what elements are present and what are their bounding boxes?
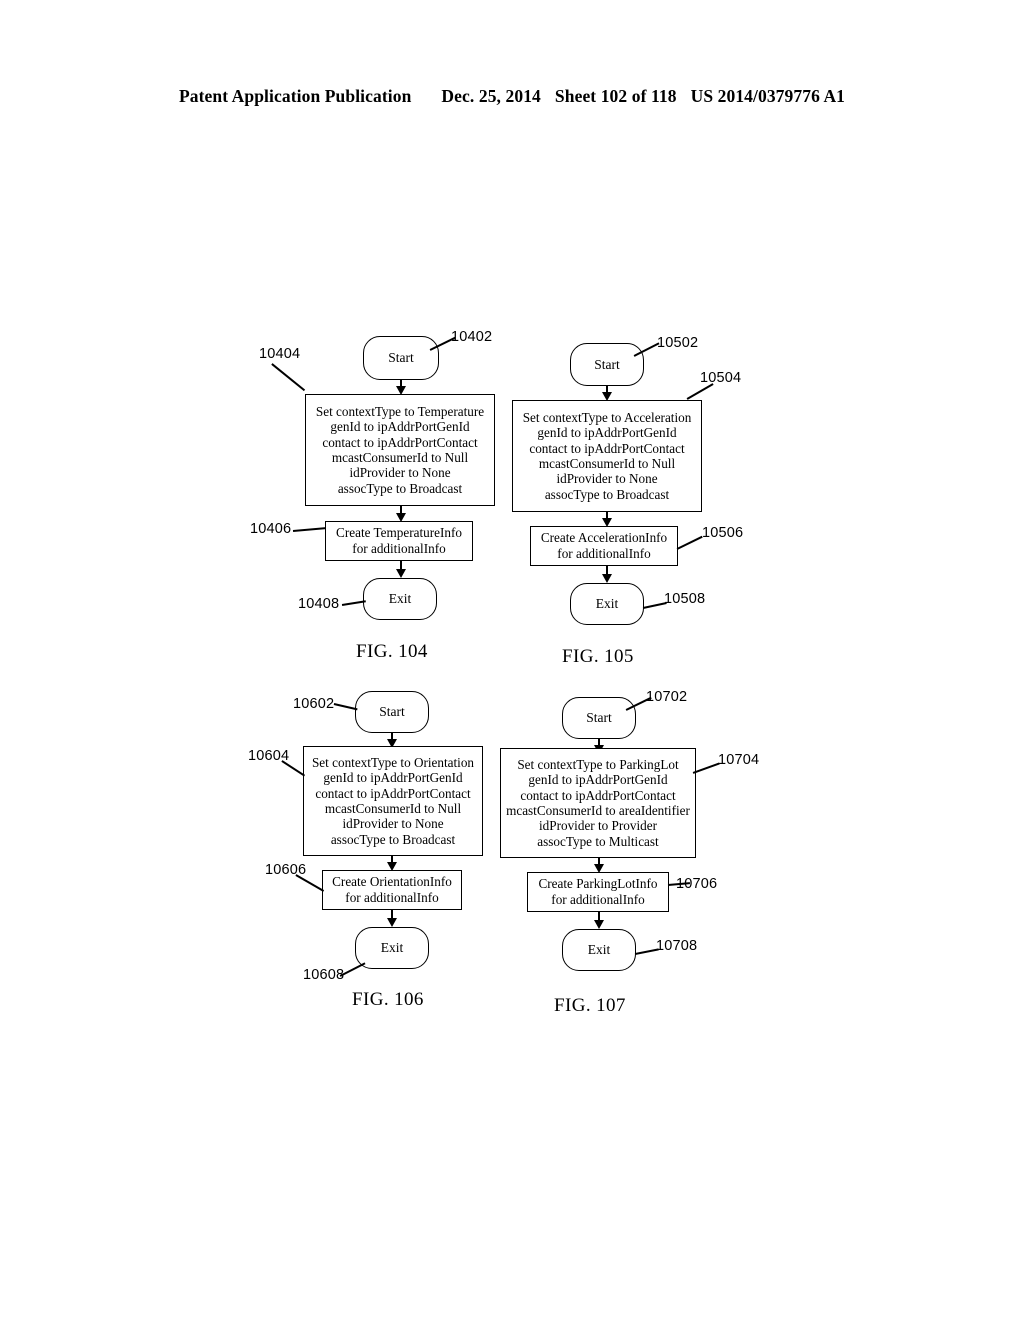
fig104-setup-text: Set contextType to Temperature genId to … (315, 403, 485, 496)
fig104-create-node: Create TemperatureInfo for additionalInf… (325, 521, 473, 561)
fig104-start-node: Start (363, 336, 439, 380)
fig104-create-ref: 10406 (250, 521, 292, 537)
fig107-exit-ref: 10708 (656, 938, 698, 954)
fig106-setup-text: Set contextType to Orientation genId to … (311, 754, 475, 847)
fig105-start-ref: 10502 (657, 335, 699, 351)
fig106-create-node: Create OrientationInfo for additionalInf… (322, 870, 462, 910)
fig105-create-node: Create AccelerationInfo for additionalIn… (530, 526, 678, 566)
fig104-exit-node: Exit (363, 578, 437, 620)
fig104-start-ref: 10402 (451, 329, 493, 345)
fig107-setup-node: Set contextType to ParkingLot genId to i… (500, 748, 696, 858)
fig105-create-ref: 10506 (702, 525, 744, 541)
fig104-exit-label: Exit (388, 591, 412, 606)
fig106-start-node: Start (355, 691, 429, 733)
fig107-start-label: Start (586, 710, 612, 725)
fig104-setup-ref: 10404 (259, 346, 301, 362)
fig104-caption: FIG. 104 (356, 641, 428, 662)
fig106-caption: FIG. 106 (352, 989, 424, 1010)
fig107-create-text: Create ParkingLotInfo for additionalInfo (538, 876, 658, 907)
fig105-arrow-create-exit (601, 574, 612, 583)
fig105-exit-label: Exit (595, 596, 619, 611)
fig107-setup-ref: 10704 (718, 752, 760, 768)
fig106-setup-node: Set contextType to Orientation genId to … (303, 746, 483, 856)
fig105-start-label: Start (594, 356, 620, 372)
fig106-start-leader (333, 703, 358, 710)
fig107-arrow-create-exit (593, 920, 604, 929)
fig105-start-node: Start (570, 343, 644, 386)
fig107-exit-node: Exit (562, 929, 636, 971)
fig106-exit-ref: 10608 (303, 967, 345, 983)
fig106-start-ref: 10602 (293, 696, 335, 712)
fig105-setup-text: Set contextType to Acceleration genId to… (522, 409, 692, 502)
fig106-create-ref: 10606 (265, 862, 307, 878)
fig104-setup-node: Set contextType to Temperature genId to … (305, 394, 495, 506)
fig106-create-text: Create OrientationInfo for additionalInf… (332, 874, 452, 905)
fig106-exit-node: Exit (355, 927, 429, 969)
fig104-setup-leader (271, 363, 306, 391)
fig107-create-node: Create ParkingLotInfo for additionalInfo (527, 872, 669, 912)
fig105-setup-ref: 10504 (700, 370, 742, 386)
fig106-exit-label: Exit (380, 940, 404, 955)
fig107-setup-text: Set contextType to ParkingLot genId to i… (506, 756, 690, 849)
fig107-caption: FIG. 107 (554, 995, 626, 1016)
drawing-sheet: Start 10402 Set contextType to Temperatu… (0, 0, 1024, 1320)
fig105-exit-ref: 10508 (664, 591, 706, 607)
fig107-start-node: Start (562, 697, 636, 739)
fig104-exit-ref: 10408 (298, 596, 340, 612)
fig105-create-text: Create AccelerationInfo for additionalIn… (540, 530, 668, 561)
fig107-exit-label: Exit (587, 942, 611, 957)
fig104-create-leader (292, 527, 326, 532)
fig107-setup-leader (692, 762, 720, 774)
fig106-setup-ref: 10604 (248, 748, 290, 764)
fig105-caption: FIG. 105 (562, 646, 634, 667)
fig104-create-text: Create TemperatureInfo for additionalInf… (336, 525, 462, 556)
fig104-start-label: Start (388, 350, 414, 365)
fig106-start-label: Start (379, 704, 405, 719)
fig107-create-ref: 10706 (676, 876, 718, 892)
fig105-setup-node: Set contextType to Acceleration genId to… (512, 400, 702, 512)
fig107-start-ref: 10702 (646, 689, 688, 705)
fig105-create-leader (676, 535, 703, 550)
fig106-arrow-create-exit (386, 918, 397, 927)
fig104-arrow-create-exit (395, 569, 406, 578)
fig105-exit-node: Exit (570, 583, 644, 625)
